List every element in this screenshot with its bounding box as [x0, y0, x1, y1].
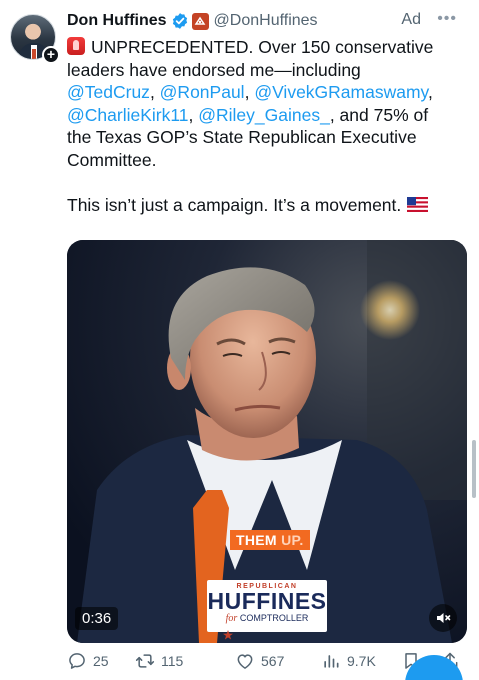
- verified-badge-icon: [172, 13, 187, 29]
- views-count: 9.7K: [347, 653, 376, 669]
- texas-star-icon: [223, 630, 233, 640]
- reply-button[interactable]: 25: [67, 651, 109, 671]
- video-caption: THEM UP.: [230, 530, 310, 550]
- reply-count: 25: [93, 653, 109, 669]
- mention-vivek[interactable]: @VivekGRamaswamy: [254, 82, 428, 102]
- mention-charliekirk[interactable]: @CharlieKirk11: [67, 105, 189, 125]
- tweet-line-3: @TedCruz, @RonPaul, @VivekGRamaswamy,: [67, 82, 433, 103]
- views-icon: [324, 655, 339, 668]
- tweet-header: Don Huffines @DonHuffines Ad •••: [67, 10, 467, 32]
- author-name[interactable]: Don Huffines: [67, 12, 167, 30]
- video-timestamp: 0:36: [75, 607, 119, 630]
- mention-tedcruz[interactable]: @TedCruz: [67, 82, 150, 102]
- like-icon: [237, 654, 253, 669]
- scrollbar-thumb[interactable]: [472, 440, 476, 498]
- tweet-line-4: @CharlieKirk11, @Riley_Gaines_, and 75% …: [67, 104, 429, 125]
- tweet-line-1: UNPRECEDENTED. Over 150 conservative: [67, 36, 467, 59]
- views-button[interactable]: 9.7K: [321, 651, 376, 671]
- follow-plus-icon[interactable]: +: [42, 46, 60, 64]
- like-button[interactable]: 567: [235, 651, 284, 671]
- mute-icon: [437, 613, 451, 623]
- affiliate-badge-icon[interactable]: [191, 12, 209, 30]
- tweet-line-7: This isn’t just a campaign. It’s a movem…: [67, 194, 467, 217]
- tweet-line-6: Committee.: [67, 149, 157, 170]
- mention-ronpaul[interactable]: @RonPaul: [160, 82, 245, 102]
- like-count: 567: [261, 653, 285, 669]
- ad-label: Ad: [401, 11, 421, 28]
- retweet-icon: [135, 654, 155, 668]
- logo-name: HUFFINES: [207, 588, 327, 614]
- tweet-text: UNPRECEDENTED. Over 150 conservative lea…: [67, 36, 467, 217]
- reply-icon: [69, 653, 85, 669]
- siren-icon: [67, 37, 85, 55]
- tweet[interactable]: + Don Huffines @DonHuffines Ad ••• UNPRE…: [0, 0, 479, 680]
- author-handle[interactable]: @DonHuffines: [214, 12, 318, 30]
- mention-rileygaines[interactable]: @Riley_Gaines_: [198, 105, 330, 125]
- retweet-button[interactable]: 115: [135, 651, 183, 671]
- tweet-line-2: leaders have endorsed me—including: [67, 59, 361, 80]
- video-player[interactable]: THEM UP. REPUBLICAN HUFFINES for COMPTRO…: [67, 240, 467, 643]
- retweet-count: 115: [161, 653, 184, 669]
- tweet-line-5: the Texas GOP’s State Republican Executi…: [67, 127, 417, 148]
- more-icon[interactable]: •••: [437, 10, 457, 28]
- campaign-logo: REPUBLICAN HUFFINES for COMPTROLLER: [207, 580, 327, 632]
- us-flag-icon: [407, 197, 429, 213]
- logo-office-line: for COMPTROLLER: [225, 613, 309, 624]
- author-avatar-wrap[interactable]: +: [10, 14, 60, 64]
- mute-button[interactable]: [429, 604, 457, 632]
